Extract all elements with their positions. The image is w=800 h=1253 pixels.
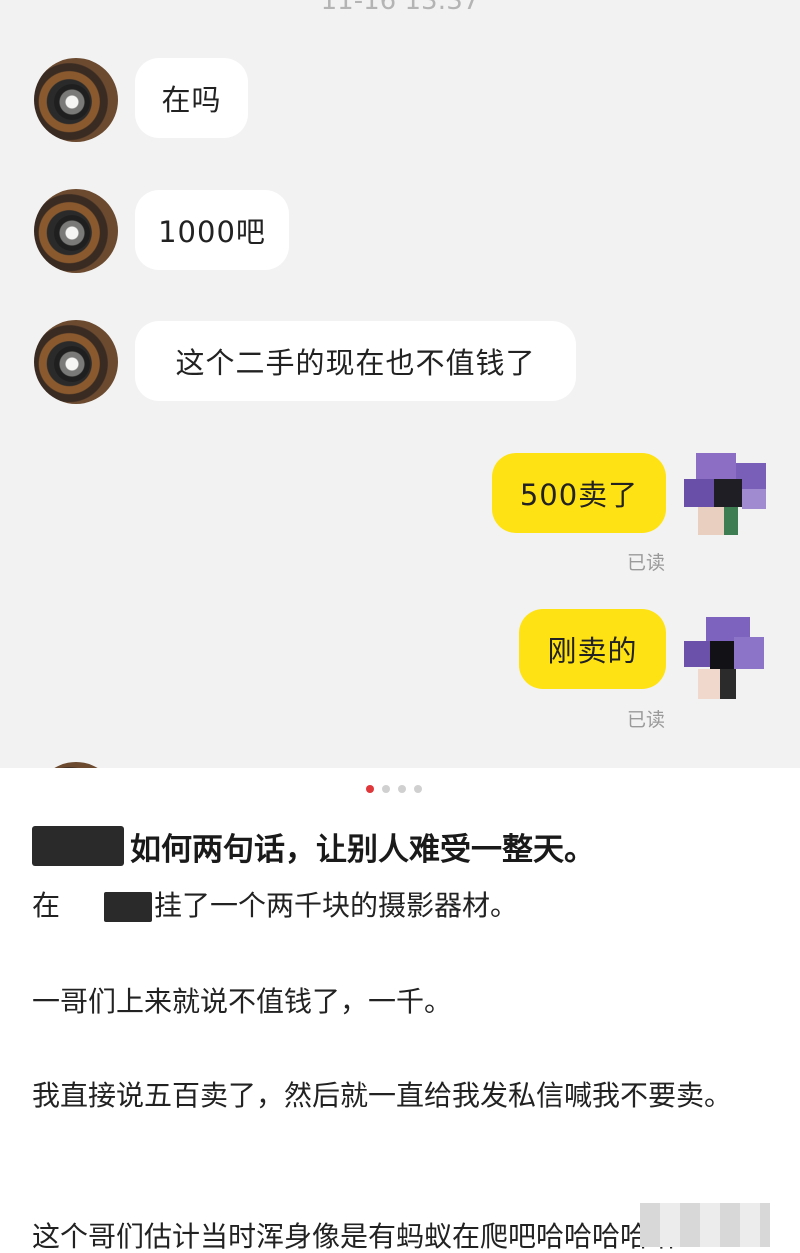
redacted-block (104, 892, 153, 922)
received-message-bubble[interactable]: 这个二手的现在也不值钱了 (135, 321, 576, 401)
message-timestamp: 11-16 13:37 (320, 0, 480, 16)
post-title: 如何两句话，让别人难受一整天。 (130, 831, 595, 868)
post-title-row: 如何两句话，让别人难受一整天。 (32, 818, 595, 874)
paragraph-text: 在 (32, 889, 61, 922)
sent-message-bubble[interactable]: 刚卖的 (519, 609, 666, 689)
carousel-dot[interactable] (382, 785, 390, 793)
carousel-indicator (366, 785, 422, 793)
received-message-bubble[interactable]: 1000吧 (135, 190, 289, 270)
pixelated-avatar-icon[interactable] (684, 453, 766, 535)
sent-message-bubble[interactable]: 500卖了 (492, 453, 666, 533)
sender-avatar[interactable] (34, 320, 118, 404)
message-text: 500卖了 (519, 478, 639, 512)
received-message-bubble[interactable]: 在吗 (135, 58, 248, 138)
redacted-block (32, 826, 124, 866)
carousel-dot[interactable] (366, 785, 374, 793)
sender-avatar (34, 762, 118, 768)
read-status: 已读 (627, 552, 666, 574)
chat-screenshot: 11-16 13:37 在吗 1000吧 这个二手的现在也不值钱了 500卖了 … (0, 0, 800, 768)
redacted-block (640, 1203, 770, 1247)
post-paragraph: 一哥们上来就说不值钱了，一千。 (32, 985, 453, 1018)
paragraph-text: 挂了一个两千块的摄影器材。 (154, 889, 519, 922)
post-paragraph: 这个哥们估计当时浑身像是有蚂蚁在爬吧哈哈哈哈哈 (32, 1220, 677, 1253)
carousel-dot[interactable] (414, 785, 422, 793)
sender-avatar[interactable] (34, 58, 118, 142)
carousel-dot[interactable] (398, 785, 406, 793)
post-paragraph: 在 挂了一个两千块的摄影器材。 (32, 884, 518, 924)
read-status: 已读 (627, 709, 666, 731)
post-paragraph: 我直接说五百卖了，然后就一直给我发私信喊我不要卖。 (32, 1079, 733, 1112)
sender-avatar[interactable] (34, 189, 118, 273)
message-text: 刚卖的 (547, 634, 638, 668)
message-text: 这个二手的现在也不值钱了 (175, 346, 536, 380)
message-text: 1000吧 (158, 215, 266, 249)
pixelated-avatar-icon[interactable] (684, 617, 766, 699)
message-text: 在吗 (161, 83, 222, 117)
